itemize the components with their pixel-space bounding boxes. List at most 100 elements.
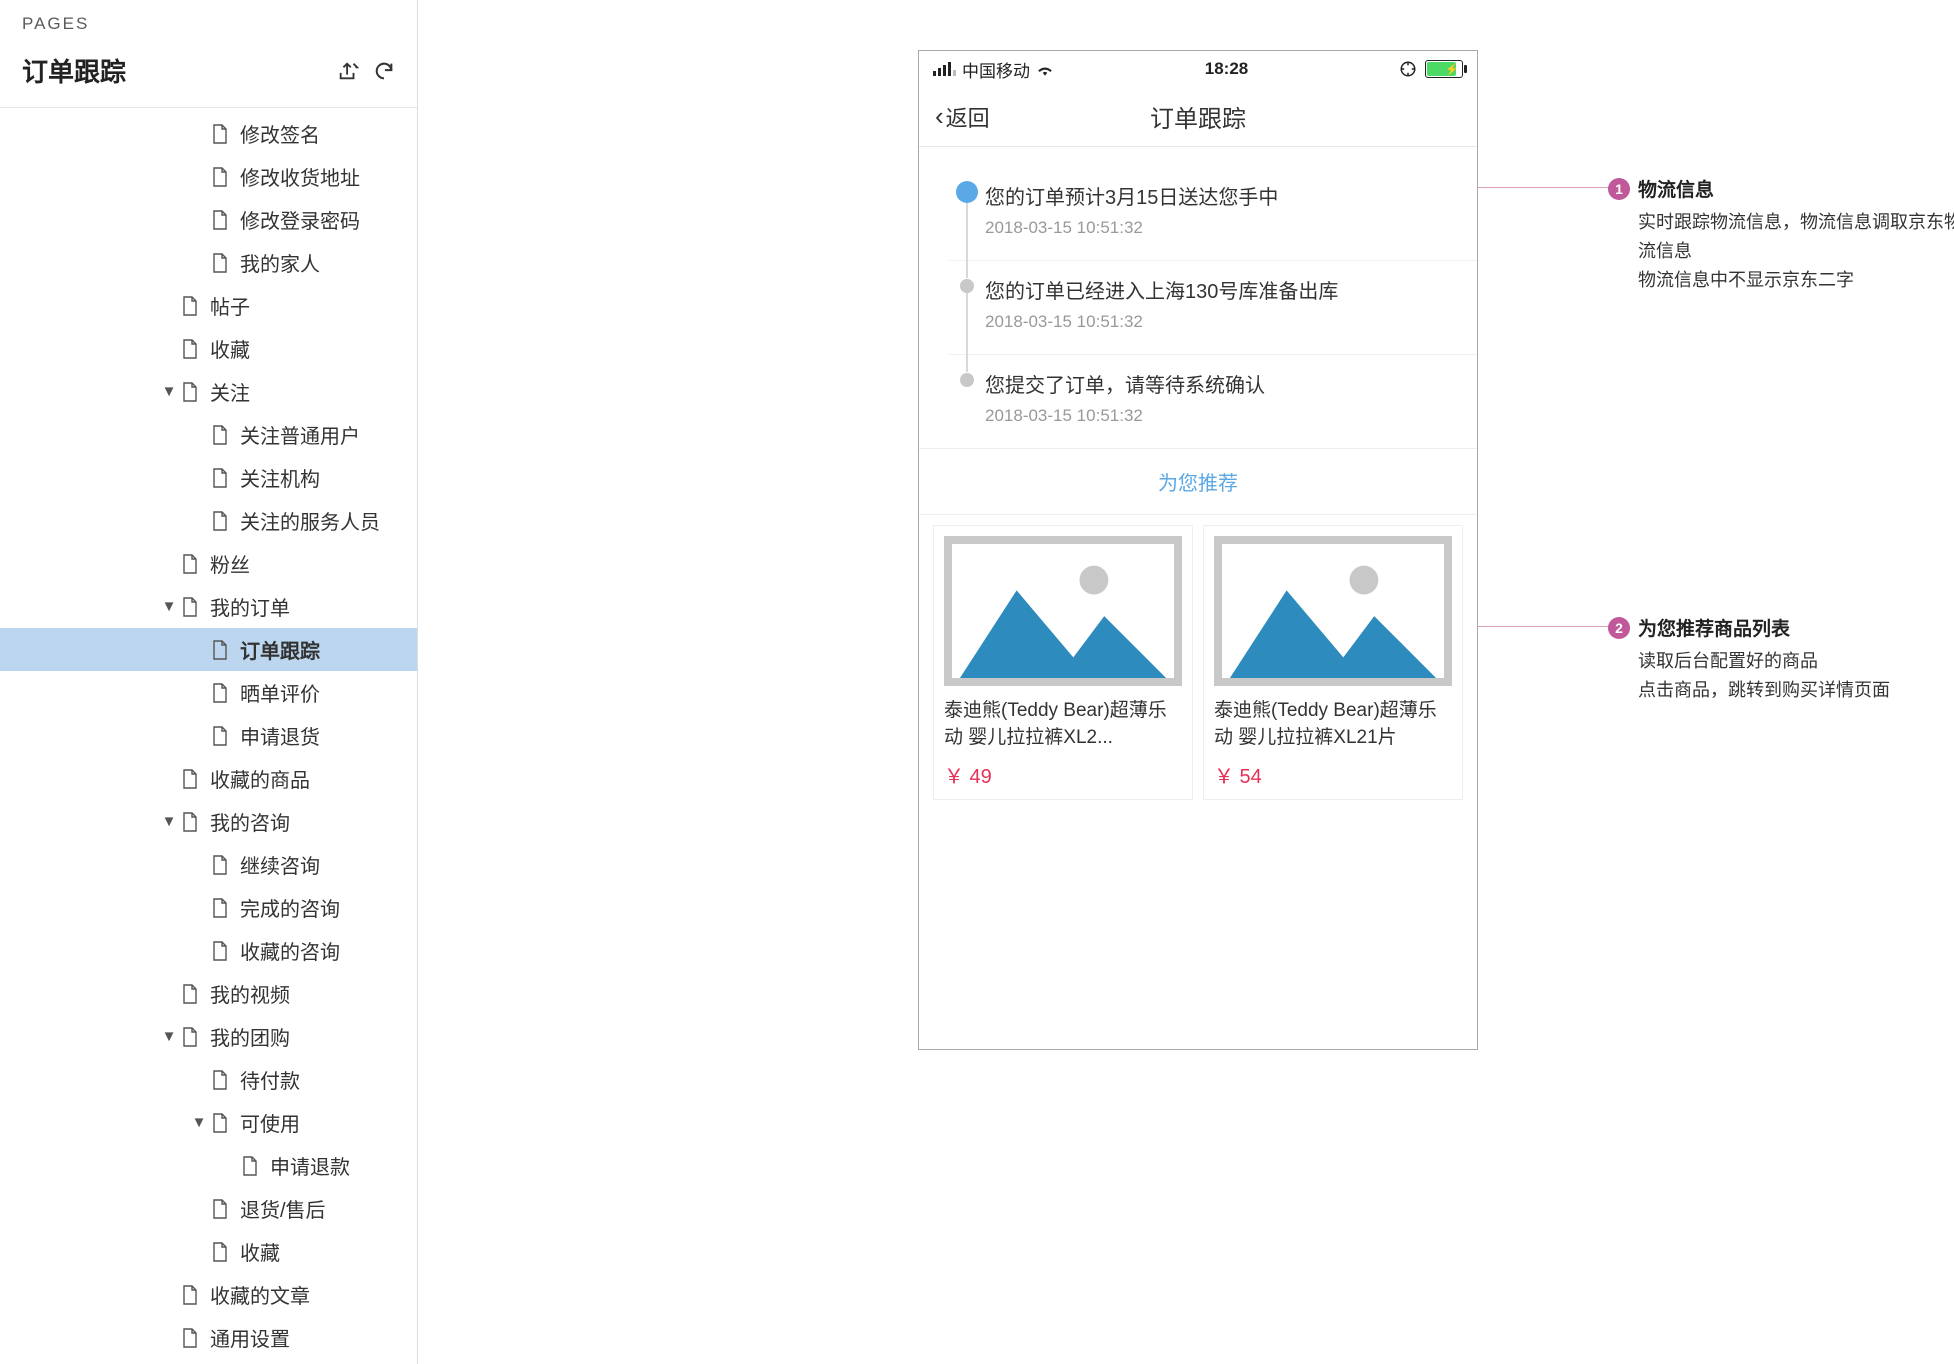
tree-item[interactable]: 修改签名 bbox=[0, 112, 417, 155]
tree-item[interactable]: 继续咨询 bbox=[0, 843, 417, 886]
timeline-dot-icon bbox=[960, 279, 974, 293]
annotation-title-text: 物流信息 bbox=[1638, 175, 1714, 202]
signal-icon bbox=[933, 62, 956, 76]
tree-item-label: 退货/售后 bbox=[240, 1194, 326, 1223]
timeline-item: 您提交了订单，请等待系统确认2018-03-15 10:51:32 bbox=[949, 355, 1477, 448]
tree-item[interactable]: 关注普通用户 bbox=[0, 413, 417, 456]
timeline-item: 您的订单预计3月15日送达您手中 2018-03-15 10:51:32 bbox=[949, 167, 1477, 261]
tree-item[interactable]: 收藏的咨询 bbox=[0, 929, 417, 972]
tree-item[interactable]: 申请退货 bbox=[0, 714, 417, 757]
tree-item[interactable]: 粉丝 bbox=[0, 542, 417, 585]
tree-item[interactable]: 退货/售后 bbox=[0, 1187, 417, 1230]
recommend-header: 为您推荐 bbox=[919, 449, 1477, 515]
tree-item-label: 帖子 bbox=[210, 291, 250, 320]
carrier-label: 中国移动 bbox=[962, 57, 1030, 82]
tree-item-label: 修改登录密码 bbox=[240, 205, 360, 234]
annotation-connector bbox=[1473, 187, 1613, 188]
product-name: 泰迪熊(Teddy Bear)超薄乐动 婴儿拉拉裤XL21片 bbox=[1214, 698, 1452, 752]
nav-bar: ‹ 返回 订单跟踪 bbox=[919, 87, 1477, 147]
tree-item[interactable]: 完成的咨询 bbox=[0, 886, 417, 929]
tree-item-label: 关注普通用户 bbox=[240, 420, 360, 449]
annotation-body: 实时跟踪物流信息，物流信息调取京东物流信息物流信息中不显示京东二字 bbox=[1608, 208, 1954, 294]
expand-arrow-icon[interactable]: ▼ bbox=[160, 813, 178, 830]
timeline: 您的订单预计3月15日送达您手中2018-03-15 10:51:32您的订单已… bbox=[919, 147, 1477, 449]
tree-item[interactable]: 收藏 bbox=[0, 1230, 417, 1273]
product-price: ￥ 54 bbox=[1214, 760, 1452, 789]
tree-item-label: 完成的咨询 bbox=[240, 893, 340, 922]
tree-item[interactable]: 关注机构 bbox=[0, 456, 417, 499]
timeline-item: 您的订单已经进入上海130号库准备出库 2018-03-15 10:51:32 bbox=[949, 261, 1477, 355]
tree-item-label: 收藏 bbox=[210, 334, 250, 363]
tree-item[interactable]: 晒单评价 bbox=[0, 671, 417, 714]
tree-item-label: 关注机构 bbox=[240, 463, 320, 492]
nav-title: 订单跟踪 bbox=[919, 99, 1477, 134]
annotation-title-text: 为您推荐商品列表 bbox=[1638, 614, 1790, 641]
expand-arrow-icon[interactable]: ▼ bbox=[160, 383, 178, 400]
tree-item-label: 我的咨询 bbox=[210, 807, 290, 836]
tree-item-label: 我的订单 bbox=[210, 592, 290, 621]
timeline-text: 您的订单已经进入上海130号库准备出库 bbox=[985, 275, 1457, 304]
timeline-text: 您的订单预计3月15日送达您手中 bbox=[985, 181, 1457, 210]
tree-item[interactable]: 我的家人 bbox=[0, 241, 417, 284]
status-right: ⚡ bbox=[1399, 60, 1463, 78]
tree-item-label: 可使用 bbox=[240, 1108, 300, 1137]
tree-item[interactable]: ▼ 我的咨询 bbox=[0, 800, 417, 843]
tree-item[interactable]: 通用设置 bbox=[0, 1316, 417, 1359]
timeline-time: 2018-03-15 10:51:32 bbox=[985, 312, 1457, 332]
tree-item-label: 申请退款 bbox=[270, 1151, 350, 1180]
tree-item[interactable]: ▼ 关注 bbox=[0, 370, 417, 413]
product-price: ￥ 49 bbox=[944, 760, 1182, 789]
battery-icon: ⚡ bbox=[1425, 60, 1463, 78]
expand-arrow-icon[interactable]: ▼ bbox=[160, 598, 178, 615]
expand-arrow-icon[interactable]: ▼ bbox=[190, 1114, 208, 1131]
recommend-grid: 泰迪熊(Teddy Bear)超薄乐动 婴儿拉拉裤XL2...￥ 49泰迪熊(T… bbox=[919, 515, 1477, 810]
timeline-time: 2018-03-15 10:51:32 bbox=[985, 218, 1457, 238]
tree-item[interactable]: ▼我的团购 bbox=[0, 1015, 417, 1058]
tree-item-label: 通用设置 bbox=[210, 1323, 290, 1352]
tree-item[interactable]: 收藏的商品 bbox=[0, 757, 417, 800]
annotation-title: 1 物流信息 bbox=[1608, 175, 1954, 202]
tree-item[interactable]: 订单跟踪 bbox=[0, 628, 417, 671]
tree-item[interactable]: 帖子 bbox=[0, 284, 417, 327]
tree-item-label: 收藏的咨询 bbox=[240, 936, 340, 965]
refresh-icon[interactable] bbox=[373, 60, 395, 82]
timeline-dot-icon bbox=[956, 181, 978, 203]
product-name: 泰迪熊(Teddy Bear)超薄乐动 婴儿拉拉裤XL2... bbox=[944, 698, 1182, 752]
tree-item-label: 申请退货 bbox=[240, 721, 320, 750]
tree-item-label: 晒单评价 bbox=[240, 678, 320, 707]
tree-item[interactable]: 修改登录密码 bbox=[0, 198, 417, 241]
sidebar-title-row: 订单跟踪 bbox=[0, 42, 417, 108]
page-tree[interactable]: 修改签名修改收货地址修改登录密码我的家人帖子收藏 ▼ 关注关注普通用户关注机构关注的… bbox=[0, 108, 417, 1364]
tree-item-label: 订单跟踪 bbox=[240, 635, 320, 664]
tree-item[interactable]: 关注的服务人员 bbox=[0, 499, 417, 542]
sidebar: PAGES 订单跟踪 修改签名修改收货地址修改登录密码我的家人帖子收藏▼关注关注… bbox=[0, 0, 418, 1364]
chevron-left-icon: ‹ bbox=[935, 101, 944, 132]
product-image-placeholder bbox=[1214, 536, 1452, 686]
location-icon bbox=[1399, 60, 1417, 78]
annotation-connector bbox=[1473, 626, 1613, 627]
product-card[interactable]: 泰迪熊(Teddy Bear)超薄乐动 婴儿拉拉裤XL2... ￥ 49 bbox=[933, 525, 1193, 800]
tree-item[interactable]: 收藏 bbox=[0, 327, 417, 370]
annotation-title: 2 为您推荐商品列表 bbox=[1608, 614, 1954, 641]
tree-item[interactable]: ▼ 可使用 bbox=[0, 1101, 417, 1144]
back-label: 返回 bbox=[946, 101, 990, 133]
expand-arrow-icon[interactable]: ▼ bbox=[160, 1028, 178, 1045]
tree-item[interactable]: ▼ 我的订单 bbox=[0, 585, 417, 628]
sidebar-actions bbox=[337, 60, 395, 82]
page-title: 订单跟踪 bbox=[22, 52, 126, 89]
tree-item[interactable]: 我的视频 bbox=[0, 972, 417, 1015]
tree-item[interactable]: 意见反馈 bbox=[0, 1359, 417, 1364]
tree-item-label: 粉丝 bbox=[210, 549, 250, 578]
timeline-time: 2018-03-15 10:51:32 bbox=[985, 406, 1457, 426]
tree-item[interactable]: 修改收货地址 bbox=[0, 155, 417, 198]
status-left: 中国移动 bbox=[933, 57, 1054, 82]
product-card[interactable]: 泰迪熊(Teddy Bear)超薄乐动 婴儿拉拉裤XL21片 ￥ 54 bbox=[1203, 525, 1463, 800]
share-icon[interactable] bbox=[337, 60, 359, 82]
back-button[interactable]: ‹ 返回 bbox=[935, 101, 990, 133]
tree-item-label: 关注 bbox=[210, 377, 250, 406]
tree-item[interactable]: 申请退款 bbox=[0, 1144, 417, 1187]
timeline-dot-icon bbox=[960, 373, 974, 387]
product-image-placeholder bbox=[944, 536, 1182, 686]
tree-item[interactable]: 收藏的文章 bbox=[0, 1273, 417, 1316]
tree-item[interactable]: 待付款 bbox=[0, 1058, 417, 1101]
